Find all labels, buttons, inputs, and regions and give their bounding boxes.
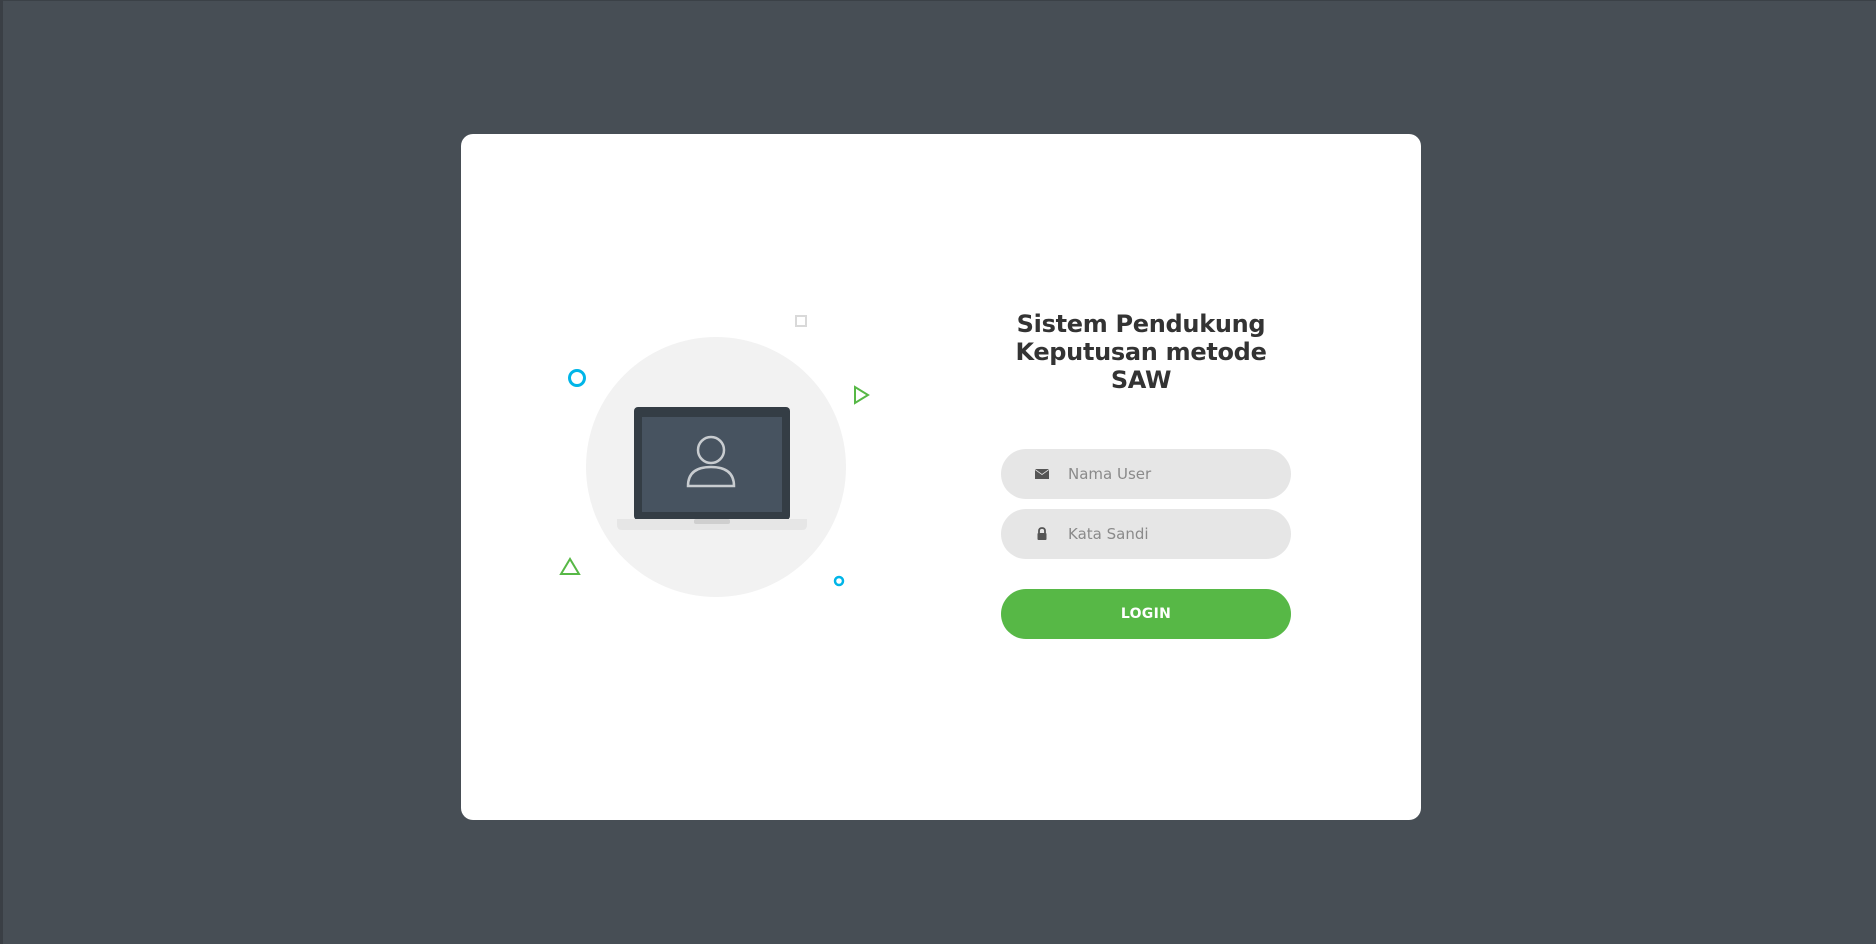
password-input[interactable]	[1068, 509, 1273, 559]
envelope-icon	[1035, 469, 1049, 479]
page-title: Sistem Pendukung Keputusan metode SAW	[1001, 310, 1281, 394]
window-top-edge	[0, 0, 1876, 1]
username-field[interactable]	[1001, 449, 1291, 499]
title-line-3: SAW	[1110, 366, 1172, 394]
laptop-icon	[617, 407, 807, 530]
decoration-circle-small-blue-icon	[833, 575, 845, 587]
window-left-edge	[0, 0, 3, 944]
login-button[interactable]: LOGIN	[1001, 589, 1291, 639]
username-input[interactable]	[1068, 449, 1273, 499]
decoration-triangle-up-icon	[559, 557, 581, 575]
login-card: Sistem Pendukung Keputusan metode SAW LO…	[461, 134, 1421, 820]
title-line-1: Sistem Pendukung	[1016, 310, 1266, 338]
decoration-square-icon	[795, 315, 807, 327]
decoration-circle-blue-icon	[568, 369, 586, 387]
password-field[interactable]	[1001, 509, 1291, 559]
title-line-2: Keputusan metode	[1015, 338, 1267, 366]
decoration-triangle-right-icon	[854, 385, 870, 405]
lock-icon	[1037, 527, 1047, 540]
